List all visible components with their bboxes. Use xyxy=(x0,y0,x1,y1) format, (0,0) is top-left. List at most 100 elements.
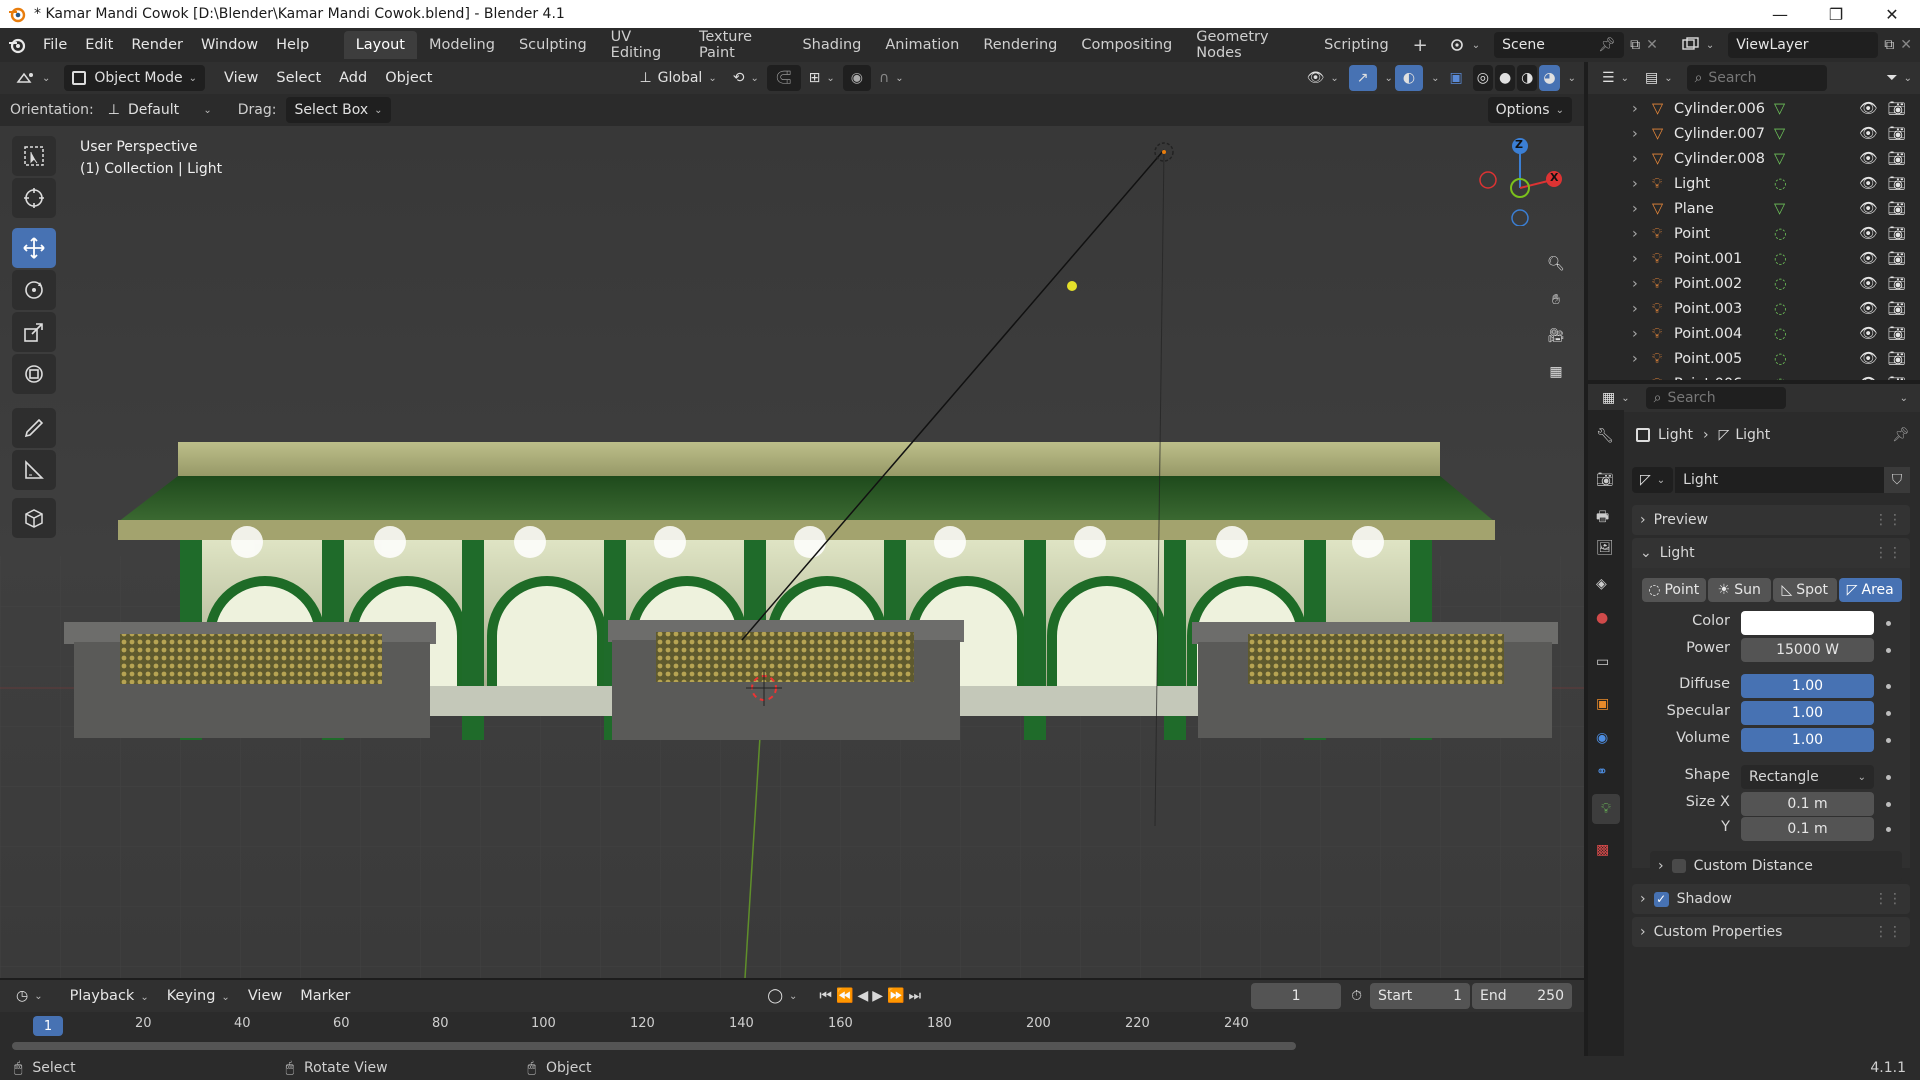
orientation-dropdown[interactable]: ⊥ Default ⌄ xyxy=(100,97,220,123)
visibility-eye-icon[interactable]: 👁︎ xyxy=(1859,250,1877,267)
expand-arrow-icon[interactable]: › xyxy=(1632,151,1652,167)
render-tab-icon[interactable]: 📷︎ xyxy=(1596,472,1614,488)
timeline-menu-keying[interactable]: Keying ⌄ xyxy=(158,988,239,1004)
render-camera-icon[interactable]: 📷︎ xyxy=(1888,150,1906,167)
outliner-editor-type-icon[interactable]: ☰ ⌄ xyxy=(1594,65,1637,91)
minimize-button[interactable]: — xyxy=(1752,5,1808,24)
drag-dropdown[interactable]: Select Box ⌄ xyxy=(286,97,391,123)
timeline-scrollbar[interactable] xyxy=(12,1042,1296,1050)
wireframe-shading-icon[interactable]: ◎ xyxy=(1472,65,1493,91)
preview-drag-handle-icon[interactable]: ⋮⋮ xyxy=(1874,512,1902,528)
visibility-eye-icon[interactable]: 👁︎ xyxy=(1859,275,1877,292)
mesh-data-icon[interactable]: ▽ xyxy=(1774,201,1834,217)
scene-selector-icon[interactable]: ⌄ xyxy=(1440,32,1488,58)
outliner-row[interactable]: ›💡︎Point.006◌ 👁︎ 📷︎ xyxy=(1588,371,1920,381)
light-data-icon[interactable]: ◌ xyxy=(1774,326,1834,342)
menu-render[interactable]: Render xyxy=(122,37,192,53)
tab-uv-editing[interactable]: UV Editing xyxy=(599,23,687,67)
select-box-tool-icon[interactable] xyxy=(12,136,56,176)
tab-texture-paint[interactable]: Texture Paint xyxy=(687,23,791,67)
play-icon[interactable]: ▶ xyxy=(872,988,883,1004)
custom-properties-panel-header[interactable]: › Custom Properties ⋮⋮ xyxy=(1632,917,1910,947)
outliner-row[interactable]: › 💡︎ Point.003 ◌ 👁︎ 📷︎ xyxy=(1588,296,1920,321)
overlays-toggle-icon[interactable]: ◐ xyxy=(1394,65,1424,91)
render-camera-icon[interactable]: 📷︎ xyxy=(1888,175,1906,192)
outliner-row[interactable]: › 💡︎ Point.001 ◌ 👁︎ 📷︎ xyxy=(1588,246,1920,271)
visibility-eye-icon[interactable]: 👁︎ xyxy=(1859,100,1877,117)
mesh-data-icon[interactable]: ▽ xyxy=(1774,151,1834,167)
outliner-row[interactable]: › ▽ Cylinder.008 ▽ 👁︎ 📷︎ xyxy=(1588,146,1920,171)
light-data-icon[interactable]: ◌ xyxy=(1774,301,1834,317)
outliner-row[interactable]: › 💡︎ Point.005 ◌ 👁︎ 📷︎ xyxy=(1588,346,1920,371)
scale-tool-icon[interactable] xyxy=(12,312,56,352)
outliner-row[interactable]: › 💡︎ Point ◌ 👁︎ 📷︎ xyxy=(1588,221,1920,246)
render-camera-icon[interactable]: 📷︎ xyxy=(1888,275,1906,292)
jump-end-icon[interactable]: ⏭ xyxy=(908,988,921,1004)
tab-animation[interactable]: Animation xyxy=(873,31,971,59)
light-data-icon[interactable]: ◌ xyxy=(1774,226,1834,242)
light-drag-handle-icon[interactable]: ⋮⋮ xyxy=(1874,545,1902,561)
gizmo-dropdown-icon[interactable]: ⌄ xyxy=(1385,73,1393,84)
visibility-eye-icon[interactable]: 👁︎ xyxy=(1859,150,1877,167)
outliner-row[interactable]: › ▽ Cylinder.007 ▽ 👁︎ 📷︎ xyxy=(1588,121,1920,146)
visibility-eye-icon[interactable]: 👁︎ xyxy=(1859,175,1877,192)
texture-tab-icon[interactable]: ▩ xyxy=(1596,842,1609,858)
expand-arrow-icon[interactable]: › xyxy=(1632,301,1652,317)
tab-modeling[interactable]: Modeling xyxy=(417,31,507,59)
close-button[interactable]: ✕ xyxy=(1864,5,1920,24)
specular-slider[interactable]: 1.00 xyxy=(1741,701,1874,725)
world-tab-icon[interactable]: ● xyxy=(1596,610,1608,626)
object-mode-dropdown[interactable]: Object Mode ⌄ xyxy=(64,65,205,91)
size-x-field[interactable]: 0.1 m xyxy=(1741,792,1874,816)
light-type-sun[interactable]: ☀︎ Sun xyxy=(1707,578,1771,602)
new-scene-icon[interactable]: ⧉ xyxy=(1630,37,1640,53)
auto-keying-icon[interactable]: ◯ ⌄ xyxy=(759,983,805,1009)
menu-help[interactable]: Help xyxy=(267,37,318,53)
power-keyframe-dot[interactable] xyxy=(1886,648,1891,653)
visibility-eye-icon[interactable]: 👁︎ xyxy=(1859,200,1877,217)
shading-dropdown-icon[interactable]: ⌄ xyxy=(1568,73,1576,84)
expand-arrow-icon[interactable]: › xyxy=(1632,326,1652,342)
size-x-keyframe-dot[interactable] xyxy=(1886,802,1891,807)
ortho-grid-icon[interactable]: ▦ xyxy=(1540,356,1572,388)
jump-prev-keyframe-icon[interactable]: ⏪ xyxy=(836,988,853,1004)
light-data-icon[interactable]: ◌ xyxy=(1774,251,1834,267)
visibility-eye-icon[interactable]: 👁︎ xyxy=(1859,125,1877,142)
render-camera-icon[interactable]: 📷︎ xyxy=(1888,100,1906,117)
xray-toggle-icon[interactable]: ▣ xyxy=(1442,65,1471,91)
rendered-shading-icon[interactable]: ◕ xyxy=(1539,65,1560,91)
light-panel-header[interactable]: ⌄ Light ⋮⋮ xyxy=(1632,538,1910,568)
collection-tab-icon[interactable]: ▭ xyxy=(1596,654,1609,670)
outliner-row[interactable]: › 💡︎ Light ◌ 👁︎ 📷︎ xyxy=(1588,171,1920,196)
physics-tab-icon[interactable]: ◉ xyxy=(1596,730,1608,746)
light-type-area[interactable]: ◸ Area xyxy=(1838,578,1902,602)
outliner-filter-icon[interactable]: ⏷ ⌄ xyxy=(1878,65,1920,91)
add-cube-tool-icon[interactable] xyxy=(12,498,56,538)
new-view-layer-icon[interactable]: ⧉ xyxy=(1884,37,1894,53)
3d-viewport[interactable]: User Perspective (1) Collection | Light xyxy=(0,126,1584,978)
tab-scripting[interactable]: Scripting xyxy=(1312,31,1400,59)
rotate-tool-icon[interactable] xyxy=(12,270,56,310)
properties-editor-type-icon[interactable]: ▦ ⌄ xyxy=(1594,385,1638,411)
power-field[interactable]: 15000 W xyxy=(1741,638,1874,662)
timeline-menu-marker[interactable]: Marker xyxy=(291,988,359,1004)
custom-properties-drag-handle-icon[interactable]: ⋮⋮ xyxy=(1874,924,1902,940)
properties-options-icon[interactable]: ⌄ xyxy=(1900,393,1908,404)
timeline-menu-view[interactable]: View xyxy=(239,988,291,1004)
timeline-menu-playback[interactable]: Playback ⌄ xyxy=(61,988,158,1004)
current-frame-field[interactable]: 1 xyxy=(1251,983,1342,1009)
end-frame-field[interactable]: End 250 xyxy=(1472,983,1572,1009)
fake-user-shield-icon[interactable]: ⛉ xyxy=(1884,467,1910,493)
visibility-eye-icon[interactable]: 👁︎ xyxy=(1859,375,1877,380)
mesh-data-icon[interactable]: ▽ xyxy=(1774,101,1834,117)
visibility-eye-icon[interactable]: 👁︎ xyxy=(1859,325,1877,342)
visibility-eye-icon[interactable]: 👁︎ xyxy=(1859,350,1877,367)
shape-dropdown[interactable]: Rectangle ⌄ xyxy=(1741,765,1874,789)
color-keyframe-dot[interactable] xyxy=(1886,621,1891,626)
jump-next-keyframe-icon[interactable]: ⏩ xyxy=(887,988,904,1004)
tab-compositing[interactable]: Compositing xyxy=(1069,31,1184,59)
pin-icon[interactable]: 📌︎ xyxy=(1598,37,1616,53)
output-tab-icon[interactable]: 🖶︎ xyxy=(1596,506,1609,530)
menu-edit[interactable]: Edit xyxy=(76,37,122,53)
viewport-menu-add[interactable]: Add xyxy=(330,70,376,86)
